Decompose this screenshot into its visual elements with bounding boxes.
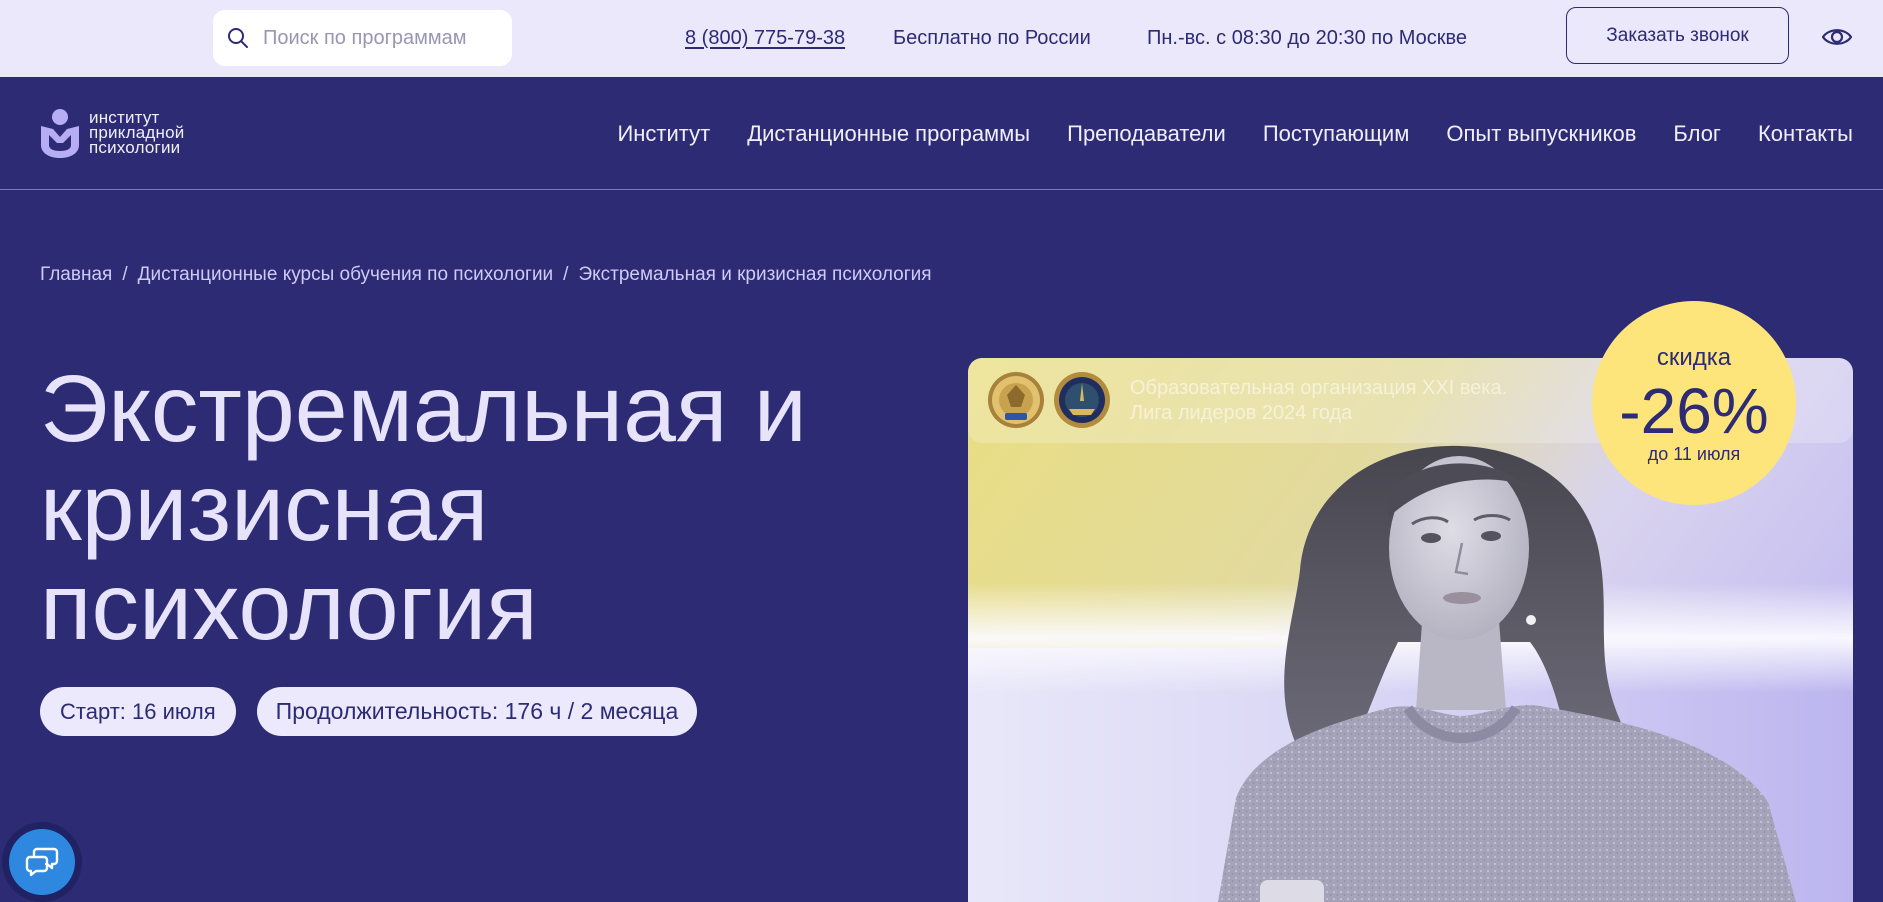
page-title: Экстремальная и кризисная психология — [40, 360, 807, 657]
phone-link[interactable]: 8 (800) 775-79-38 — [685, 26, 845, 50]
site-logo[interactable]: институт прикладной психологии — [40, 108, 210, 160]
logo-icon — [40, 108, 80, 158]
nav-item-blog[interactable]: Блог — [1673, 121, 1721, 147]
logo-line: психологии — [89, 138, 181, 157]
course-facts: Старт: 16 июля Продолжительность: 176 ч … — [40, 687, 698, 736]
page-title-line: психология — [40, 554, 538, 660]
callback-button[interactable]: Заказать звонок — [1566, 7, 1789, 64]
top-utility-bar: 8 (800) 775-79-38 Бесплатно по России Пн… — [0, 0, 1883, 77]
breadcrumb: Главная / Дистанционные курсы обучения п… — [40, 264, 932, 286]
search-box[interactable] — [213, 10, 512, 66]
nav-item-applicants[interactable]: Поступающим — [1263, 121, 1410, 147]
breadcrumb-home[interactable]: Главная — [40, 264, 112, 286]
nav-item-distance-programs[interactable]: Дистанционные программы — [747, 121, 1030, 147]
start-date-badge: Старт: 16 июля — [40, 687, 236, 736]
nav-item-institute[interactable]: Институт — [617, 121, 710, 147]
main-header: институт прикладной психологии Институт … — [0, 77, 1883, 190]
main-nav: Институт Дистанционные программы Препода… — [617, 77, 1853, 190]
breadcrumb-courses[interactable]: Дистанционные курсы обучения по психолог… — [138, 264, 554, 286]
page-title-line: Экстремальная и — [40, 356, 807, 462]
nav-item-teachers[interactable]: Преподаватели — [1067, 121, 1226, 147]
free-call-note: Бесплатно по России — [893, 27, 1091, 49]
award-line: Образовательная организация XXI века. — [1130, 377, 1508, 399]
breadcrumb-separator: / — [122, 264, 128, 285]
breadcrumb-current: Экстремальная и кризисная психология — [578, 264, 932, 285]
chat-button[interactable] — [9, 829, 75, 895]
nav-item-graduates[interactable]: Опыт выпускников — [1446, 121, 1636, 147]
discount-label: скидка — [1656, 344, 1732, 371]
award-text: Образовательная организация XXI века. Ли… — [1130, 376, 1507, 426]
duration-badge: Продолжительность: 176 ч / 2 месяца — [256, 687, 698, 736]
chat-icon — [25, 845, 59, 879]
page-title-line: кризисная — [40, 455, 489, 561]
discount-value: -26% — [1619, 375, 1769, 447]
working-hours: Пн.-вс. с 08:30 до 20:30 по Москве — [1147, 27, 1468, 49]
nav-item-contacts[interactable]: Контакты — [1758, 121, 1853, 147]
medal-icon — [987, 371, 1045, 429]
logo-text: институт прикладной психологии — [89, 109, 184, 157]
medal-icon — [1053, 371, 1111, 429]
discount-deadline: до 11 июля — [1647, 444, 1741, 464]
discount-badge: скидка -26% до 11 июля — [1592, 301, 1796, 505]
search-icon[interactable] — [227, 27, 249, 49]
breadcrumb-separator: / — [563, 264, 569, 285]
award-line: Лига лидеров 2024 года — [1130, 402, 1353, 424]
eye-icon[interactable] — [1821, 21, 1853, 53]
search-input[interactable] — [263, 10, 503, 66]
